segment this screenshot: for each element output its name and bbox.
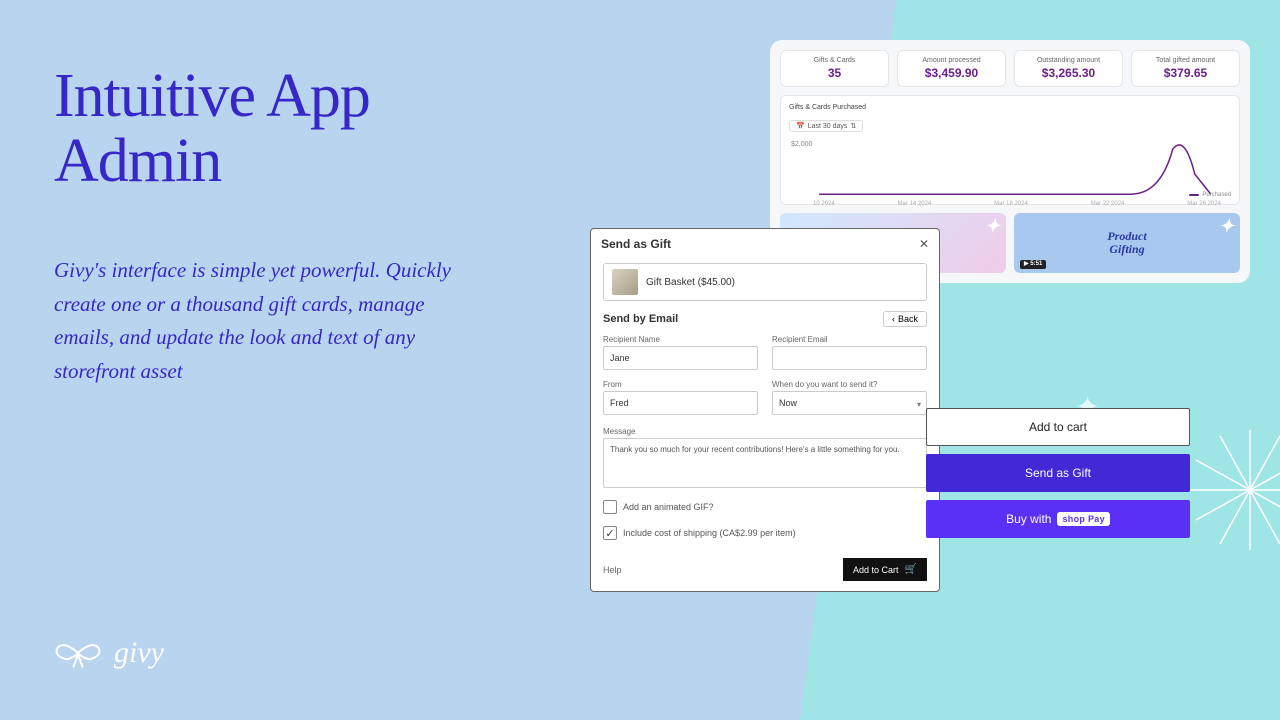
buy-with-shop-pay-button[interactable]: Buy with shop Pay bbox=[926, 500, 1190, 538]
when-field: When do you want to send it? bbox=[772, 380, 927, 415]
video-duration-badge: ▶ 5:51 bbox=[1020, 260, 1046, 269]
burst-decor-icon bbox=[1190, 430, 1280, 550]
x-tick: Mar 14 2024 bbox=[898, 201, 932, 207]
stat-card: Amount processed $3,459.90 bbox=[897, 50, 1006, 87]
message-field: Message Thank you so much for your recen… bbox=[603, 427, 927, 488]
section-row: Send by Email ‹ Back bbox=[603, 311, 927, 327]
select-caret-icon: ⇅ bbox=[850, 122, 856, 130]
stat-value: $379.65 bbox=[1136, 66, 1235, 80]
send-as-gift-button[interactable]: Send as Gift bbox=[926, 454, 1190, 492]
stat-label: Total gifted amount bbox=[1136, 57, 1235, 64]
stat-card: Outstanding amount $3,265.30 bbox=[1014, 50, 1123, 87]
checkbox-icon[interactable] bbox=[603, 500, 617, 514]
product-thumbnail bbox=[612, 269, 638, 295]
product-row: Gift Basket ($45.00) bbox=[603, 263, 927, 301]
button-label: Add to Cart bbox=[853, 565, 899, 575]
add-to-cart-button[interactable]: Add to cart bbox=[926, 408, 1190, 446]
form-grid: Recipient Name Recipient Email From When… bbox=[603, 335, 927, 488]
send-as-gift-modal: Send as Gift ✕ Gift Basket ($45.00) Send… bbox=[590, 228, 940, 592]
stat-label: Gifts & Cards bbox=[785, 57, 884, 64]
add-to-cart-button[interactable]: Add to Cart 🛒 bbox=[843, 558, 927, 581]
x-tick: Mar 26 2024 bbox=[1187, 201, 1221, 207]
stat-label: Outstanding amount bbox=[1019, 57, 1118, 64]
gif-checkbox-row[interactable]: Add an animated GIF? bbox=[603, 500, 927, 514]
x-axis-labels: 10 2024 Mar 14 2024 Mar 18 2024 Mar 22 2… bbox=[789, 201, 1231, 207]
bow-icon bbox=[54, 637, 102, 669]
legend-label: Purchased bbox=[1202, 192, 1231, 198]
x-tick: Mar 22 2024 bbox=[1091, 201, 1125, 207]
sparkle-icon: ✦ bbox=[985, 217, 1000, 237]
back-label: Back bbox=[898, 314, 918, 324]
recipient-email-input[interactable] bbox=[772, 346, 927, 370]
date-range-select[interactable]: 📅 Last 30 days ⇅ bbox=[789, 120, 863, 132]
hero-subcopy: Givy's interface is simple yet powerful.… bbox=[54, 254, 474, 388]
sparkle-icon: ✦ bbox=[1219, 217, 1234, 237]
back-button[interactable]: ‹ Back bbox=[883, 311, 927, 327]
section-title: Send by Email bbox=[603, 313, 678, 325]
chart-legend: Purchased bbox=[1189, 192, 1231, 198]
modal-footer: Help Add to Cart 🛒 bbox=[591, 550, 939, 591]
recipient-name-input[interactable] bbox=[603, 346, 758, 370]
date-range-label: Last 30 days bbox=[808, 123, 848, 130]
field-label: Recipient Name bbox=[603, 335, 758, 344]
product-name: Gift Basket ($45.00) bbox=[646, 277, 735, 288]
field-label: When do you want to send it? bbox=[772, 380, 927, 389]
from-field: From bbox=[603, 380, 758, 415]
stats-row: Gifts & Cards 35 Amount processed $3,459… bbox=[780, 50, 1240, 87]
hero-headline: Intuitive App Admin bbox=[54, 64, 370, 194]
when-select[interactable] bbox=[772, 391, 927, 415]
stat-card: Total gifted amount $379.65 bbox=[1131, 50, 1240, 87]
modal-body: Gift Basket ($45.00) Send by Email ‹ Bac… bbox=[591, 259, 939, 550]
from-input[interactable] bbox=[603, 391, 758, 415]
cart-icon: 🛒 bbox=[905, 564, 917, 575]
help-link[interactable]: Help bbox=[603, 565, 622, 575]
field-label: Message bbox=[603, 427, 927, 436]
modal-header: Send as Gift ✕ bbox=[591, 229, 939, 259]
tile-product-gifting[interactable]: Product Gifting ✦ ▶ 5:51 bbox=[1014, 213, 1240, 273]
x-tick: 10 2024 bbox=[813, 201, 835, 207]
shipping-checkbox-row[interactable]: ✓ Include cost of shipping (CA$2.99 per … bbox=[603, 526, 927, 540]
button-label: Buy with bbox=[1006, 512, 1051, 526]
chart-title: Gifts & Cards Purchased bbox=[789, 104, 1231, 111]
recipient-email-field: Recipient Email bbox=[772, 335, 927, 370]
legend-swatch bbox=[1189, 194, 1199, 196]
chevron-left-icon: ‹ bbox=[892, 314, 895, 324]
checkbox-checked-icon[interactable]: ✓ bbox=[603, 526, 617, 540]
checkbox-label: Include cost of shipping (CA$2.99 per it… bbox=[623, 528, 796, 538]
tile-label: Product Gifting bbox=[1107, 230, 1146, 256]
headline-line2: Admin bbox=[54, 127, 221, 195]
headline-line1: Intuitive App bbox=[54, 62, 370, 130]
chart-card: Gifts & Cards Purchased 📅 Last 30 days ⇅… bbox=[780, 95, 1240, 205]
message-textarea[interactable]: Thank you so much for your recent contri… bbox=[603, 438, 927, 488]
close-icon[interactable]: ✕ bbox=[919, 237, 929, 251]
modal-title: Send as Gift bbox=[601, 237, 671, 251]
stat-value: 35 bbox=[785, 66, 884, 80]
calendar-icon: 📅 bbox=[796, 122, 805, 130]
stat-label: Amount processed bbox=[902, 57, 1001, 64]
stat-card: Gifts & Cards 35 bbox=[780, 50, 889, 87]
chart-line bbox=[789, 139, 1231, 199]
checkbox-label: Add an animated GIF? bbox=[623, 502, 714, 512]
field-label: From bbox=[603, 380, 758, 389]
chart-body: $2,000 bbox=[789, 139, 1231, 199]
stat-value: $3,265.30 bbox=[1019, 66, 1118, 80]
stat-value: $3,459.90 bbox=[902, 66, 1001, 80]
x-tick: Mar 18 2024 bbox=[994, 201, 1028, 207]
shop-pay-badge: shop Pay bbox=[1057, 512, 1109, 526]
brand-name: givy bbox=[114, 636, 164, 670]
brand-logo: givy bbox=[54, 636, 164, 670]
field-label: Recipient Email bbox=[772, 335, 927, 344]
cta-stack: Add to cart Send as Gift Buy with shop P… bbox=[926, 408, 1190, 538]
recipient-name-field: Recipient Name bbox=[603, 335, 758, 370]
